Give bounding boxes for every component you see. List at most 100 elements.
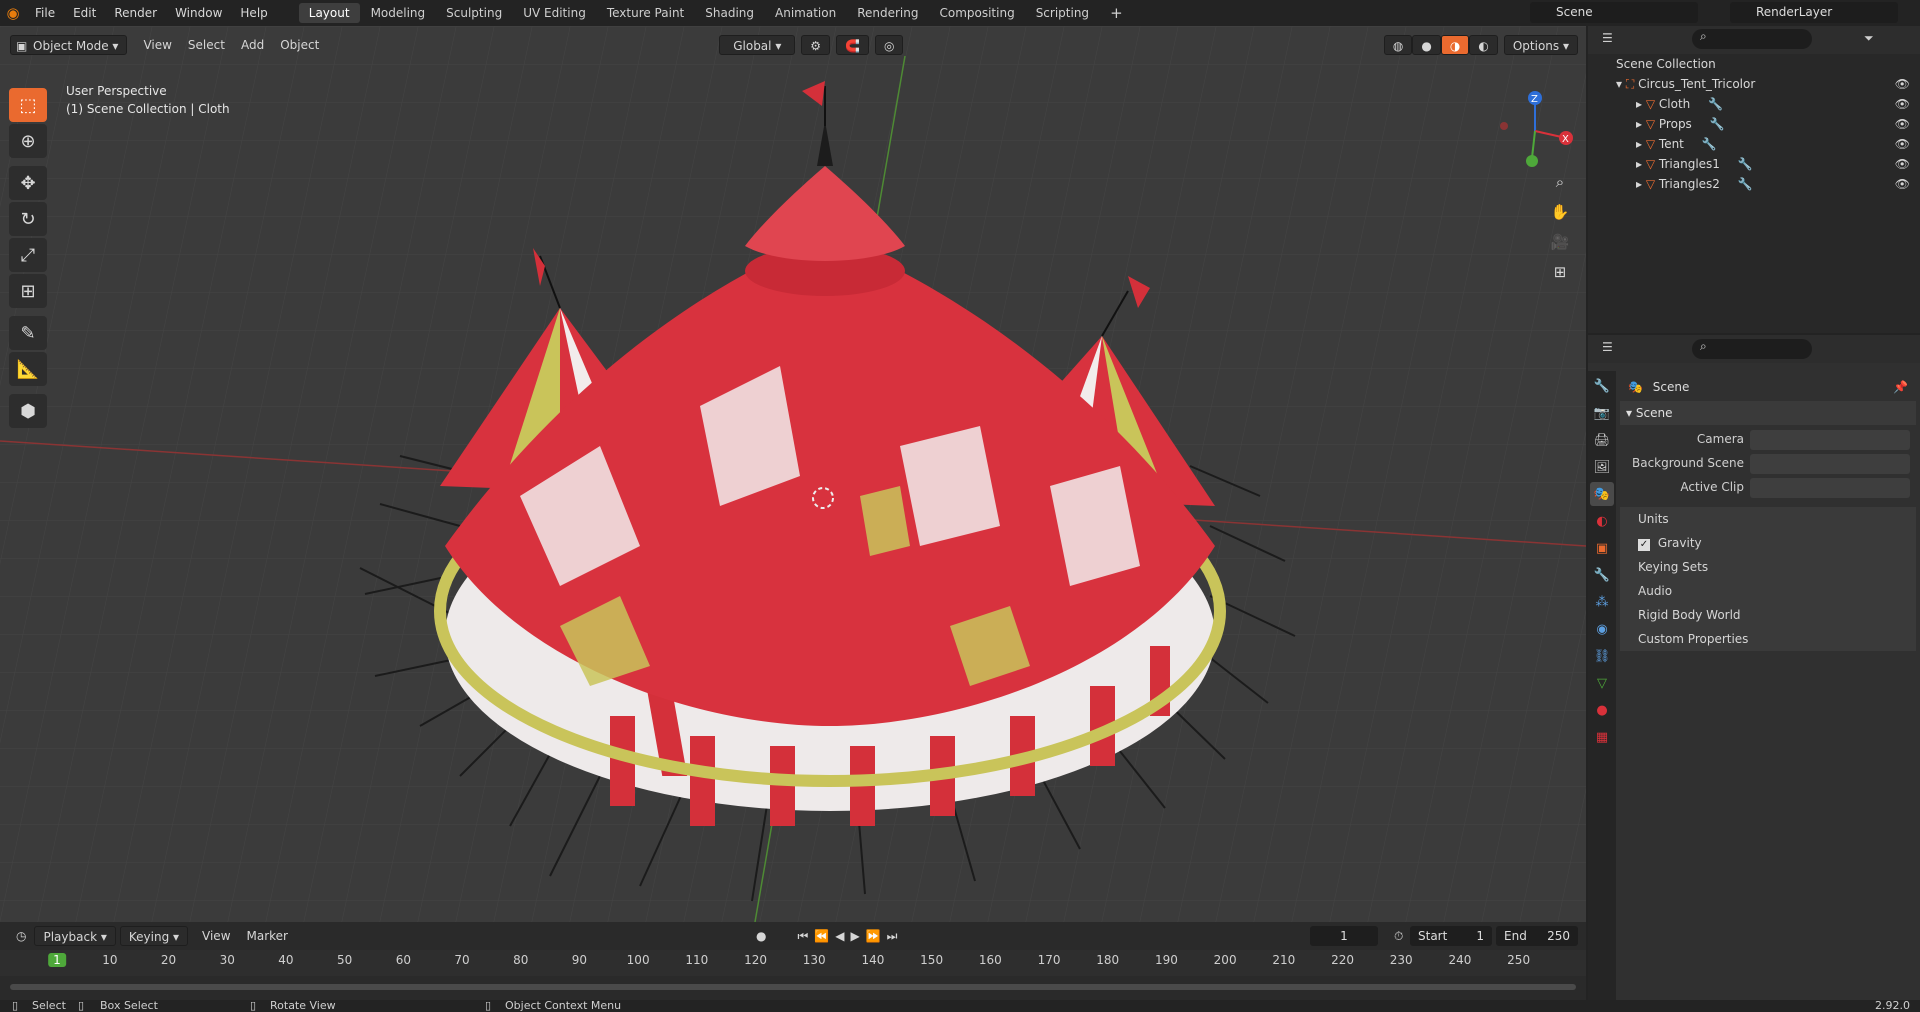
outliner-item-triangles1[interactable]: ▸ ▽ Triangles1 🔧 👁 [1588,154,1920,174]
add-cube-tool-icon[interactable]: ⬢ [9,394,47,428]
pivot-point-icon[interactable]: ⚙ [801,35,831,55]
visibility-eye-icon[interactable]: 👁 [1895,134,1910,154]
end-frame-field[interactable]: End 250 [1496,926,1578,946]
preview-range-icon[interactable]: ⏱ [1386,926,1411,946]
modifier-tab-icon[interactable]: 🔧 [1590,563,1614,587]
tab-sculpting[interactable]: Sculpting [436,3,512,23]
object-tab-icon[interactable]: ▣ [1590,536,1614,560]
menu-file[interactable]: File [26,0,64,26]
next-keyframe-icon[interactable]: ⏩ [863,926,884,946]
pin-icon[interactable]: 📌 [1893,380,1908,394]
material-tab-icon[interactable]: ● [1590,698,1614,722]
view-layer-selector[interactable]: RenderLayer [1730,2,1898,23]
tab-texture-paint[interactable]: Texture Paint [597,3,694,23]
snapping-icon[interactable]: 🧲 [836,35,869,55]
camera-view-icon[interactable]: 🎥 [1548,230,1572,254]
tab-shading[interactable]: Shading [695,3,764,23]
scene-selector[interactable]: Scene [1530,2,1698,23]
pan-hand-icon[interactable]: ✋ [1548,200,1572,224]
blender-logo-icon[interactable]: ◉ [0,0,26,26]
scene-panel-header[interactable]: ▾ Scene [1620,401,1916,425]
visibility-eye-icon[interactable]: 👁 [1895,154,1910,174]
active-clip-field[interactable] [1750,478,1910,498]
timeline-marker-menu[interactable]: Marker [239,926,296,946]
options-dropdown[interactable]: Options ▾ [1503,35,1578,55]
tab-scripting[interactable]: Scripting [1026,3,1099,23]
jump-end-icon[interactable]: ⏭ [884,926,901,946]
particles-tab-icon[interactable]: ⁂ [1590,590,1614,614]
add-menu[interactable]: Add [233,35,272,55]
display-mode-icon[interactable]: ☰ [1602,31,1613,45]
add-workspace-button[interactable]: + [1100,3,1133,23]
scene-tab-icon[interactable]: 🎭 [1590,482,1614,506]
playback-dropdown[interactable]: Playback ▾ [34,926,116,946]
units-panel[interactable]: Units [1620,507,1916,531]
world-tab-icon[interactable]: ◐ [1590,509,1614,533]
custom-properties-panel[interactable]: Custom Properties [1620,627,1916,651]
visibility-eye-icon[interactable]: 👁 [1895,74,1910,94]
scene-collection-row[interactable]: Scene Collection [1588,54,1920,74]
zoom-icon[interactable]: ⌕ [1548,170,1572,194]
viewport-scene[interactable] [0,26,1586,922]
camera-field[interactable] [1750,430,1910,450]
navigation-gizmo[interactable]: Z X [1490,86,1580,176]
tab-uv-editing[interactable]: UV Editing [513,3,596,23]
menu-edit[interactable]: Edit [64,0,105,26]
constraints-tab-icon[interactable]: ⛓ [1590,644,1614,668]
rotate-tool-icon[interactable]: ↻ [9,202,47,236]
output-tab-icon[interactable]: 🖨 [1590,428,1614,452]
jump-start-icon[interactable]: ⏮ [794,926,811,946]
outliner-item-triangles2[interactable]: ▸ ▽ Triangles2 🔧 👁 [1588,174,1920,194]
view-menu[interactable]: View [135,35,179,55]
collection-row[interactable]: ▾ ⛶ Circus_Tent_Tricolor 👁 [1588,74,1920,94]
record-icon[interactable]: ● [748,926,774,946]
outliner-item-tent[interactable]: ▸ ▽ Tent 🔧 👁 [1588,134,1920,154]
move-tool-icon[interactable]: ✥ [9,166,47,200]
timeline-scrollbar[interactable] [10,984,1576,990]
proportional-editing-icon[interactable]: ◎ [875,35,904,55]
background-scene-field[interactable] [1750,454,1910,474]
tab-compositing[interactable]: Compositing [929,3,1024,23]
view-layer-tab-icon[interactable]: 🖼 [1590,455,1614,479]
play-reverse-icon[interactable]: ◀ [832,926,847,946]
render-tab-icon[interactable]: 📷 [1590,401,1614,425]
gravity-checkbox[interactable]: ✓ [1638,539,1650,551]
outliner-search-input[interactable]: ⌕ [1692,29,1812,49]
annotate-tool-icon[interactable]: ✎ [9,316,47,350]
tab-modeling[interactable]: Modeling [361,3,436,23]
viewport-shading-rendered-icon[interactable]: ◐ [1469,35,1498,55]
current-frame-field[interactable]: 1 [1310,926,1378,946]
menu-window[interactable]: Window [166,0,231,26]
object-mode-dropdown[interactable]: ▣ Object Mode ▾ [10,35,128,55]
outliner-item-cloth[interactable]: ▸ ▽ Cloth 🔧 👁 [1588,94,1920,114]
play-icon[interactable]: ▶ [847,926,862,946]
timeline-view-menu[interactable]: View [194,926,238,946]
transform-orientation-dropdown[interactable]: Global ▾ [719,35,796,55]
audio-panel[interactable]: Audio [1620,579,1916,603]
scale-tool-icon[interactable]: ⤢ [9,238,47,272]
menu-render[interactable]: Render [105,0,166,26]
properties-editor-type-icon[interactable]: ☰ [1602,340,1613,354]
prev-keyframe-icon[interactable]: ⏪ [811,926,832,946]
properties-search-input[interactable]: ⌕ [1692,339,1812,359]
transform-tool-icon[interactable]: ⊞ [9,274,47,308]
gravity-panel[interactable]: ✓ Gravity [1620,531,1916,555]
viewport-shading-wireframe-icon[interactable]: ◍ [1383,35,1413,55]
tab-layout[interactable]: Layout [298,3,360,23]
editor-type-icon[interactable]: ◷ [8,926,34,946]
rigid-body-world-panel[interactable]: Rigid Body World [1620,603,1916,627]
texture-tab-icon[interactable]: ▦ [1590,725,1614,749]
visibility-eye-icon[interactable]: 👁 [1895,94,1910,114]
tab-rendering[interactable]: Rendering [847,3,928,23]
object-menu[interactable]: Object [272,35,327,55]
visibility-eye-icon[interactable]: 👁 [1895,174,1910,194]
frame-ruler[interactable]: 1 10 20 30 40 50 60 70 80 90 100 110 120 130 140 150 160… [0,950,1586,976]
measure-tool-icon[interactable]: 📐 [9,352,47,386]
visibility-eye-icon[interactable]: 👁 [1895,114,1910,134]
viewport-shading-material-icon[interactable]: ◑ [1440,35,1470,55]
select-menu[interactable]: Select [180,35,233,55]
tab-animation[interactable]: Animation [765,3,846,23]
start-frame-field[interactable]: Start 1 [1410,926,1492,946]
cursor-tool-icon[interactable]: ⊕ [9,124,47,158]
menu-help[interactable]: Help [231,0,276,26]
